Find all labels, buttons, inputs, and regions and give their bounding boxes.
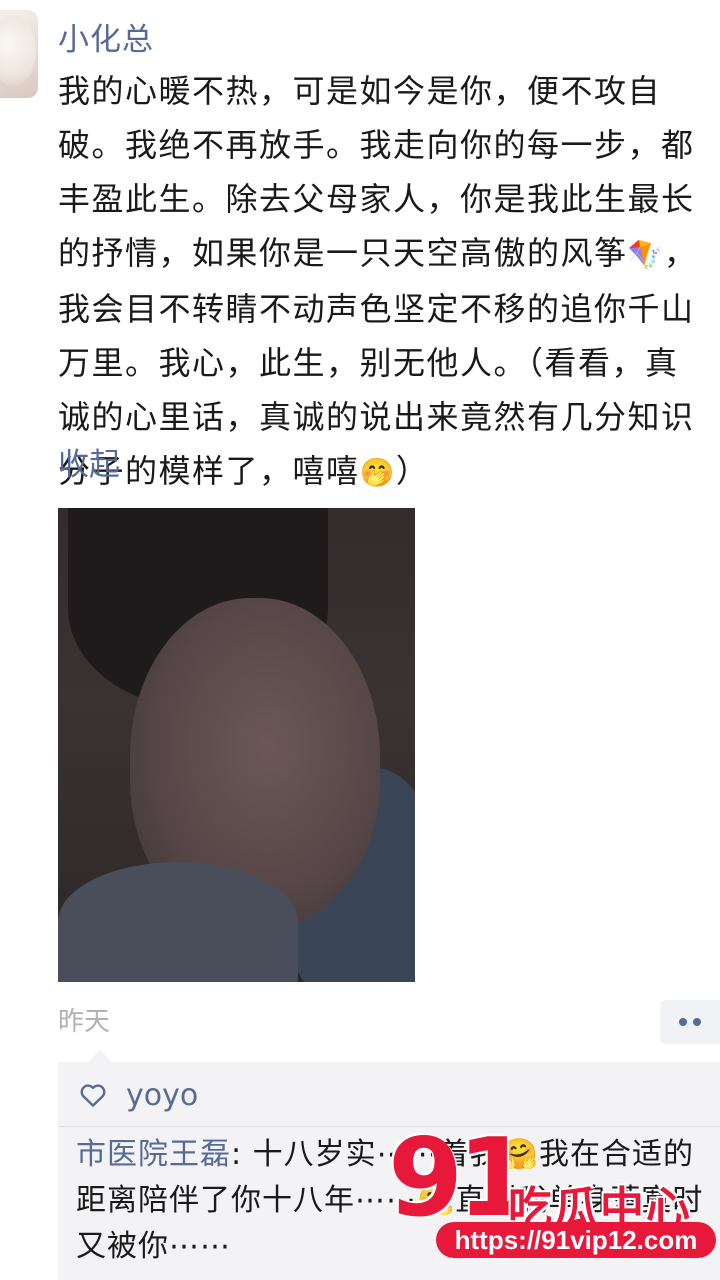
photo-shirt <box>58 862 298 982</box>
post-photo[interactable] <box>58 508 415 982</box>
post-timestamp: 昨天 <box>58 1007 111 1037</box>
kite-emoji: 🪁 <box>627 238 664 271</box>
heart-outline-icon <box>80 1084 106 1107</box>
post-text: 我的心暖不热，可是如今是你，便不攻自破。我绝不再放手。我走向你的每一步，都丰盈此… <box>58 64 710 500</box>
comment-item[interactable]: 市医院王磊: 十八岁实⋯⋯着我🤗我在合适的距离陪伴了你十八年⋯⋯🤗直到我单身落寞… <box>76 1132 716 1270</box>
more-button[interactable] <box>660 1000 720 1044</box>
more-dots-icon <box>679 1018 687 1026</box>
likes-row: yoyo <box>78 1070 198 1120</box>
post-text-end: ） <box>395 452 430 490</box>
avatar-image <box>0 16 36 86</box>
collapse-link[interactable]: 收起 <box>58 440 120 490</box>
author-name[interactable]: 小化总 <box>58 18 154 62</box>
liker-name[interactable]: yoyo <box>126 1078 198 1113</box>
comments-divider <box>58 1126 720 1127</box>
post-text-main: 我的心暖不热，可是如今是你，便不攻自破。我绝不再放手。我走向你的每一步，都丰盈此… <box>58 72 695 272</box>
comments-panel: yoyo 市医院王磊: 十八岁实⋯⋯着我🤗我在合适的距离陪伴了你十八年⋯⋯🤗直到… <box>58 1050 720 1280</box>
giggle-emoji: 🤭 <box>359 456 396 489</box>
author-avatar[interactable] <box>0 10 38 98</box>
comment-author[interactable]: 市医院王磊 <box>76 1137 231 1172</box>
comment-separator: : <box>231 1137 253 1172</box>
